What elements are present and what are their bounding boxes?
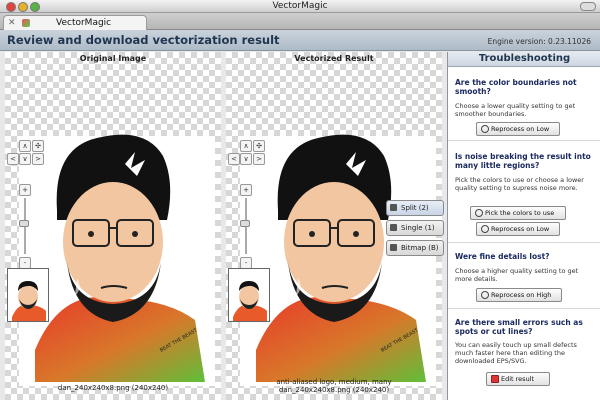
original-filename: dan_240x240x8.png (240x240) [57,384,169,392]
pan-left-button[interactable]: < [7,153,19,165]
vectorized-caption: anti-aliased logo, medium, many dan_240x… [226,378,442,394]
divider [448,308,600,309]
section-question: Is noise breaking the result into many l… [455,152,591,170]
page-title: Review and download vectorization result [7,33,280,47]
reprocess-icon [481,291,489,299]
reprocess-icon [481,225,489,233]
section-description: Pick the colors to use or choose a lower… [455,176,584,192]
pan-up-button[interactable]: ∧ [240,140,252,152]
zoom-slider-knob[interactable] [240,220,250,227]
pan-down-button[interactable]: ∨ [19,153,31,165]
original-image-pane[interactable]: Original Image BEAT THE BEAST ∧ ✣ < ∨ > … [5,52,221,400]
original-caricature-image: BEAT THE BEAST [19,134,215,386]
zoom-in-button[interactable]: + [19,184,31,196]
button-label: Reprocess on Low [491,225,550,233]
pencil-icon [491,375,499,383]
bitmap-view-label: Bitmap (B) [401,244,439,252]
fit-view-button[interactable]: ✣ [253,140,265,152]
tab-strip: ✕ VectorMagic ▾ [0,13,600,39]
pan-left-button[interactable]: < [228,153,240,165]
palette-icon [475,209,483,217]
engine-version: Engine version: 0.23.11026 [487,37,591,46]
zoom-slider-knob[interactable] [19,220,29,227]
pan-right-button[interactable]: > [32,153,44,165]
vectorized-settings: anti-aliased logo, medium, many [276,378,392,386]
divider [448,242,600,243]
favicon-icon [22,19,30,27]
zoom-in-button[interactable]: + [240,184,252,196]
single-view-label: Single (1) [401,224,435,232]
window-title: VectorMagic [272,1,328,11]
reprocess-low-button[interactable]: Reprocess on Low [476,122,560,136]
toolbar-toggle-button[interactable] [580,2,596,11]
fit-view-button[interactable]: ✣ [32,140,44,152]
page-header: Review and download vectorization result… [0,30,600,51]
section-description: Choose a lower quality setting to get sm… [455,102,576,118]
vectorized-filename: dan_240x240x8.png (240x240) [278,386,390,394]
troubleshooting-sidebar: Troubleshooting Are the color boundaries… [447,52,600,400]
navigator-thumbnail[interactable] [228,268,270,322]
pick-colors-button[interactable]: Pick the colors to use [470,206,566,220]
button-label: Pick the colors to use [485,209,555,217]
reprocess-high-button[interactable]: Reprocess on High [476,288,562,302]
section-question: Were fine details lost? [455,252,550,261]
reprocess-icon [481,125,489,133]
sidebar-title: Troubleshooting [448,52,600,67]
section-question: Are the color boundaries not smooth? [455,78,577,96]
split-view-button[interactable]: Split (2) [386,200,444,216]
tab-vectormagic[interactable]: ✕ VectorMagic [3,15,147,30]
button-label: Reprocess on High [491,291,552,299]
section-description: Choose a higher quality setting to get m… [455,267,579,283]
reprocess-low-button[interactable]: Reprocess on Low [476,222,560,236]
tab-close-icon[interactable]: ✕ [8,16,16,30]
single-view-button[interactable]: Single (1) [386,220,444,236]
pan-right-button[interactable]: > [253,153,265,165]
section-description: You can easily touch up small defects mu… [455,341,577,365]
bitmap-view-button[interactable]: Bitmap (B) [386,240,444,256]
split-view-label: Split (2) [401,204,429,212]
window-titlebar: VectorMagic [0,0,600,13]
pan-up-button[interactable]: ∧ [19,140,31,152]
split-icon [390,204,397,211]
button-label: Edit result [501,375,535,383]
bitmap-icon [390,244,397,251]
divider [448,140,600,141]
single-icon [390,224,397,231]
button-label: Reprocess on Low [491,125,550,133]
thumbnail-preview-image [233,281,267,321]
original-caption: dan_240x240x8.png (240x240) [5,384,221,392]
tab-label: VectorMagic [56,18,112,28]
edit-result-button[interactable]: Edit result [486,372,550,386]
thumbnail-preview-image [12,281,46,321]
pan-down-button[interactable]: ∨ [240,153,252,165]
navigator-thumbnail[interactable] [7,268,49,322]
section-question: Are there small errors such as spots or … [455,318,583,336]
